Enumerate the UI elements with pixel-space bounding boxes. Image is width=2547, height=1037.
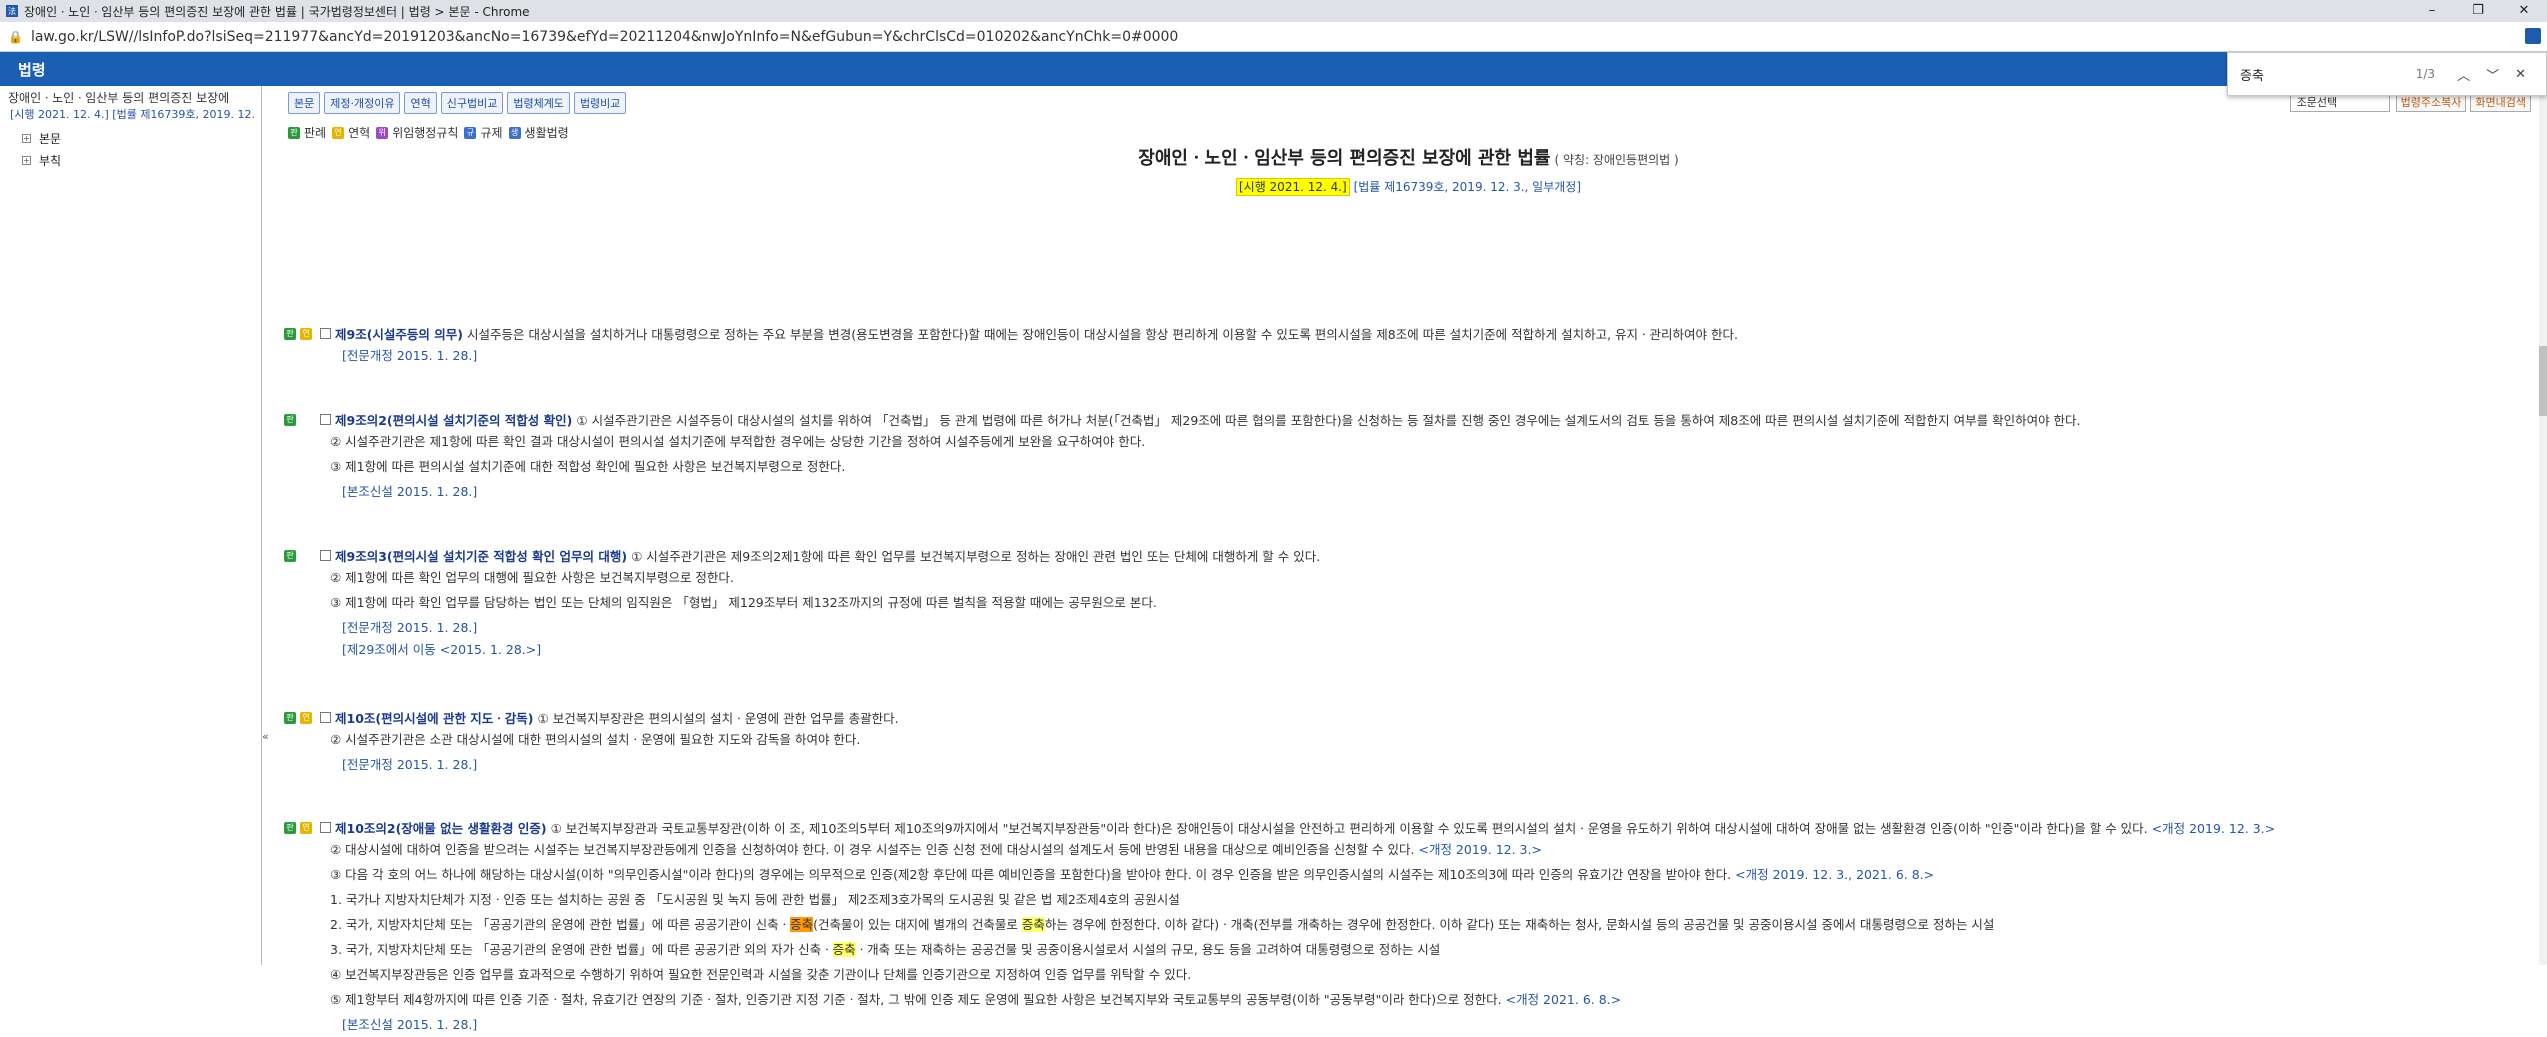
article-checkbox[interactable] (320, 328, 331, 339)
law-abbr: ( 약칭: 장애인등편의법 ) (1554, 153, 1679, 167)
main-content: 본문 제정·개정이유 연혁 신구법비교 법령체계도 법령비교 조문선택 법령주소… (270, 86, 2547, 1032)
minimize-button[interactable]: – (2409, 0, 2455, 22)
find-prev-button[interactable]: ︿ (2457, 65, 2470, 84)
extension-icon[interactable] (2525, 28, 2541, 44)
article-checkbox[interactable] (320, 550, 331, 561)
find-bar: 증축 1/3 ︿ ﹀ ✕ (2227, 52, 2547, 96)
history-icon[interactable]: 연 (300, 711, 312, 724)
effective-date: [시행 2021. 12. 4.] (1235, 178, 1350, 196)
header-title: 법령 (18, 60, 46, 79)
article-10-2: 판 연 제10조의2(장애물 없는 생활환경 인증) ① 보건복지부장관과 국토교통부… (284, 818, 2534, 1037)
article-10: 판 연 제10조(편의시설에 관한 지도ㆍ감독) ① 보건복지부장관은 편의시설의 설… (284, 708, 2534, 777)
tab-reason[interactable]: 제정·개정이유 (324, 92, 401, 114)
collapse-panel-icon[interactable]: « (262, 730, 269, 743)
search-highlight: 증축 (832, 942, 856, 957)
precedent-icon[interactable]: 판 (284, 413, 296, 426)
regulation-icon: 규 (464, 126, 477, 139)
article-9: 판 연 제9조(시설주등의 의무) 시설주등은 대상시설을 설치하거나 대통령령으로 … (284, 324, 2534, 368)
search-highlight: 증축 (790, 917, 814, 932)
precedent-icon[interactable]: 판 (284, 549, 296, 562)
expand-icon[interactable]: + (22, 134, 31, 143)
toc-item-main[interactable]: + 본문 (22, 130, 261, 147)
find-close-button[interactable]: ✕ (2515, 67, 2526, 82)
close-window-button[interactable]: ✕ (2501, 0, 2547, 22)
left-doc-title[interactable]: 장애인ㆍ노인ㆍ임산부 등의 편의증진 보장에 (0, 86, 261, 106)
site-favicon-icon: 法 (6, 5, 18, 17)
icon-legend: 판 판례 연 연혁 위 위임행정규칙 규 규제 생 생활법령 (288, 124, 569, 141)
history-icon: 연 (332, 126, 345, 139)
article-checkbox[interactable] (320, 414, 331, 425)
precedent-icon[interactable]: 판 (284, 821, 296, 834)
scrollbar[interactable] (2539, 86, 2547, 965)
find-input[interactable]: 증축 (2240, 65, 2416, 84)
tab-history[interactable]: 연혁 (404, 92, 437, 114)
search-highlight: 증축 (1021, 917, 1045, 932)
article-9-2: 판 제9조의2(편의시설 설치기준의 적합성 확인) ① 시설주관기관은 시설주등이… (284, 410, 2534, 504)
toc-tree: + 본문 + 부칙 (0, 130, 261, 169)
lock-icon: 🔒 (8, 29, 23, 44)
left-doc-sub: [시행 2021. 12. 4.] [법률 제16739호, 2019. 12. (10, 108, 256, 121)
top-tabs: 본문 제정·개정이유 연혁 신구법비교 법령체계도 법령비교 (288, 92, 630, 114)
toc-item-addenda[interactable]: + 부칙 (22, 152, 261, 169)
history-icon[interactable]: 연 (300, 821, 312, 834)
find-count: 1/3 (2415, 67, 2436, 81)
article-9-3: 판 제9조의3(편의시설 설치기준 적합성 확인 업무의 대행) ① 시설주관기관은… (284, 546, 2534, 660)
window-title: 장애인ㆍ노인ㆍ임산부 등의 편의증진 보장에 관한 법률 | 국가법령정보센터 … (24, 4, 530, 19)
left-panel: 장애인ㆍ노인ㆍ임산부 등의 편의증진 보장에 [시행 2021. 12. 4.]… (0, 86, 262, 965)
tab-system[interactable]: 법령체계도 (507, 92, 570, 114)
browser-title-bar: 法 장애인ㆍ노인ㆍ임산부 등의 편의증진 보장에 관한 법률 | 국가법령정보센… (0, 0, 2547, 22)
tab-main[interactable]: 본문 (288, 92, 321, 114)
precedent-icon[interactable]: 판 (284, 711, 296, 724)
site-header: 법령 증축 1/3 ︿ ﹀ ✕ (0, 52, 2547, 96)
history-icon[interactable]: 연 (300, 327, 312, 340)
address-bar[interactable]: 🔒 law.go.kr/LSW//lsInfoP.do?lsiSeq=21197… (0, 22, 2547, 52)
maximize-button[interactable]: ❐ (2455, 0, 2501, 22)
law-title: 장애인ㆍ노인ㆍ임산부 등의 편의증진 보장에 관한 법률( 약칭: 장애인등편의… (1138, 148, 1679, 169)
tab-compare-new-old[interactable]: 신구법비교 (440, 92, 504, 114)
tab-compare[interactable]: 법령비교 (573, 92, 627, 114)
url-text[interactable]: law.go.kr/LSW//lsInfoP.do?lsiSeq=211977&… (31, 29, 1178, 45)
law-date: [시행 2021. 12. 4.] [법률 제16739호, 2019. 12.… (270, 178, 2547, 196)
law-number[interactable]: [법률 제16739호, 2019. 12. 3., 일부개정] (1354, 180, 1581, 194)
precedent-icon[interactable]: 판 (284, 327, 296, 340)
expand-icon[interactable]: + (22, 156, 31, 165)
delegated-rule-icon: 위 (376, 126, 389, 139)
article-checkbox[interactable] (320, 822, 331, 833)
precedent-icon: 판 (288, 126, 300, 139)
scrollbar-thumb[interactable] (2539, 346, 2547, 416)
living-law-icon: 생 (508, 126, 521, 139)
find-next-button[interactable]: ﹀ (2486, 65, 2499, 84)
article-checkbox[interactable] (320, 712, 331, 723)
